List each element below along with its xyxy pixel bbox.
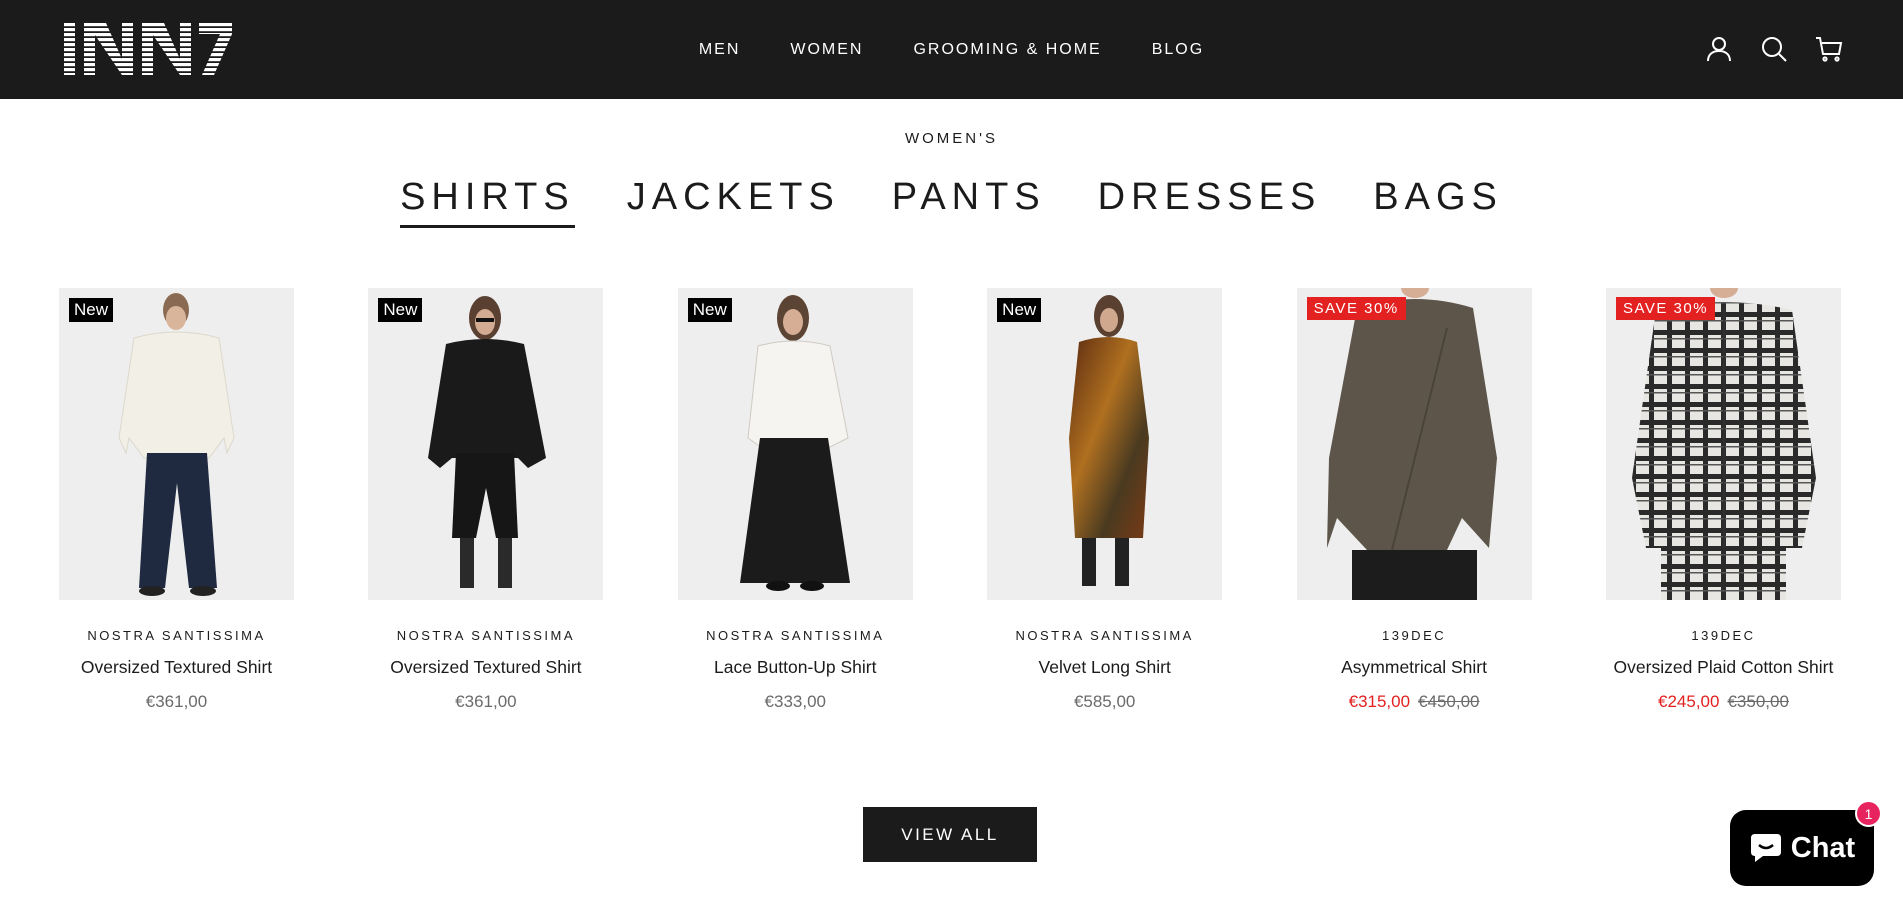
- price-value: €361,00: [455, 692, 517, 711]
- site-header: MEN WOMEN GROOMING & HOME BLOG: [0, 0, 1903, 99]
- sale-badge: SAVE 30%: [1615, 297, 1716, 320]
- product-image[interactable]: New: [677, 288, 913, 600]
- product-price: €361,00: [59, 692, 294, 712]
- new-badge: New: [687, 298, 732, 322]
- product-name[interactable]: Velvet Long Shirt: [987, 657, 1222, 678]
- tab-dresses[interactable]: DRESSES: [1098, 176, 1322, 228]
- product-brand[interactable]: NOSTRA SANTISSIMA: [368, 628, 603, 643]
- product-name[interactable]: Oversized Plaid Cotton Shirt: [1606, 657, 1841, 678]
- view-all-button[interactable]: VIEW ALL: [863, 807, 1037, 862]
- product-price: €361,00: [368, 692, 603, 712]
- category-tabs: SHIRTS JACKETS PANTS DRESSES BAGS: [0, 176, 1903, 228]
- section-eyebrow: WOMEN'S: [904, 130, 999, 147]
- tab-pants[interactable]: PANTS: [892, 176, 1046, 228]
- product-price: €245,00 €350,00: [1606, 692, 1841, 712]
- product-image[interactable]: New: [987, 288, 1223, 600]
- chat-bubble-icon: [1750, 834, 1781, 862]
- product-name[interactable]: Lace Button-Up Shirt: [678, 657, 913, 678]
- product-brand[interactable]: NOSTRA SANTISSIMA: [59, 628, 294, 643]
- product-card[interactable]: New NOSTRA SANTISSIMA Oversized Textured…: [368, 288, 604, 712]
- product-brand[interactable]: 139DEC: [1297, 628, 1532, 643]
- product-price: €585,00: [987, 692, 1222, 712]
- product-grid: New NOSTRA SANTISSIMA Oversized Textured…: [59, 288, 1841, 712]
- product-price: €333,00: [678, 692, 913, 712]
- main-nav: MEN WOMEN GROOMING & HOME BLOG: [0, 0, 1903, 99]
- product-card[interactable]: SAVE 30% 139DEC Asymmetrical Shirt €315,…: [1296, 288, 1532, 712]
- nav-item-men[interactable]: MEN: [699, 41, 741, 59]
- header-icons: [1678, 35, 1843, 63]
- new-badge: New: [378, 298, 423, 322]
- product-brand[interactable]: NOSTRA SANTISSIMA: [987, 628, 1222, 643]
- product-brand[interactable]: 139DEC: [1606, 628, 1841, 643]
- nav-item-grooming-home[interactable]: GROOMING & HOME: [913, 41, 1101, 59]
- product-image[interactable]: New: [368, 288, 604, 600]
- nav-item-women[interactable]: WOMEN: [790, 41, 863, 59]
- product-image[interactable]: SAVE 30%: [1296, 288, 1532, 600]
- tab-shirts[interactable]: SHIRTS: [400, 176, 575, 228]
- product-card[interactable]: New NOSTRA SANTISSIMA Velvet Long Shirt …: [987, 288, 1223, 712]
- account-icon[interactable]: [1705, 35, 1733, 63]
- price-value: €333,00: [764, 692, 826, 711]
- chat-unread-badge: 1: [1855, 800, 1882, 827]
- product-card[interactable]: SAVE 30% 139DEC Oversized Plaid Cotton S…: [1605, 288, 1841, 712]
- price-value: €585,00: [1073, 692, 1136, 711]
- price-value: €361,00: [145, 692, 208, 711]
- chat-button[interactable]: Chat 1: [1730, 800, 1882, 886]
- product-image[interactable]: New: [59, 288, 294, 600]
- new-badge: New: [69, 298, 114, 322]
- product-name[interactable]: Oversized Textured Shirt: [59, 657, 294, 678]
- sale-price: €245,00: [1658, 692, 1720, 711]
- search-icon[interactable]: [1760, 35, 1788, 63]
- tab-bags[interactable]: BAGS: [1373, 176, 1503, 228]
- chat-label: Chat: [1790, 831, 1856, 864]
- product-price: €315,00 €450,00: [1297, 692, 1532, 712]
- product-brand[interactable]: NOSTRA SANTISSIMA: [678, 628, 913, 643]
- product-card[interactable]: New NOSTRA SANTISSIMA Oversized Textured…: [59, 288, 294, 712]
- sale-badge: SAVE 30%: [1306, 297, 1406, 320]
- cart-icon[interactable]: [1815, 35, 1843, 63]
- compare-at-price: €450,00: [1418, 692, 1480, 711]
- new-badge: New: [997, 298, 1042, 322]
- tab-jackets[interactable]: JACKETS: [627, 176, 840, 228]
- product-image[interactable]: SAVE 30%: [1605, 288, 1841, 600]
- product-name[interactable]: Asymmetrical Shirt: [1297, 657, 1532, 678]
- product-name[interactable]: Oversized Textured Shirt: [368, 657, 603, 678]
- nav-item-blog[interactable]: BLOG: [1152, 41, 1204, 59]
- product-card[interactable]: New NOSTRA SANTISSIMA Lace Button-Up Shi…: [677, 288, 913, 712]
- compare-at-price: €350,00: [1727, 692, 1789, 711]
- sale-price: €315,00: [1348, 692, 1411, 711]
